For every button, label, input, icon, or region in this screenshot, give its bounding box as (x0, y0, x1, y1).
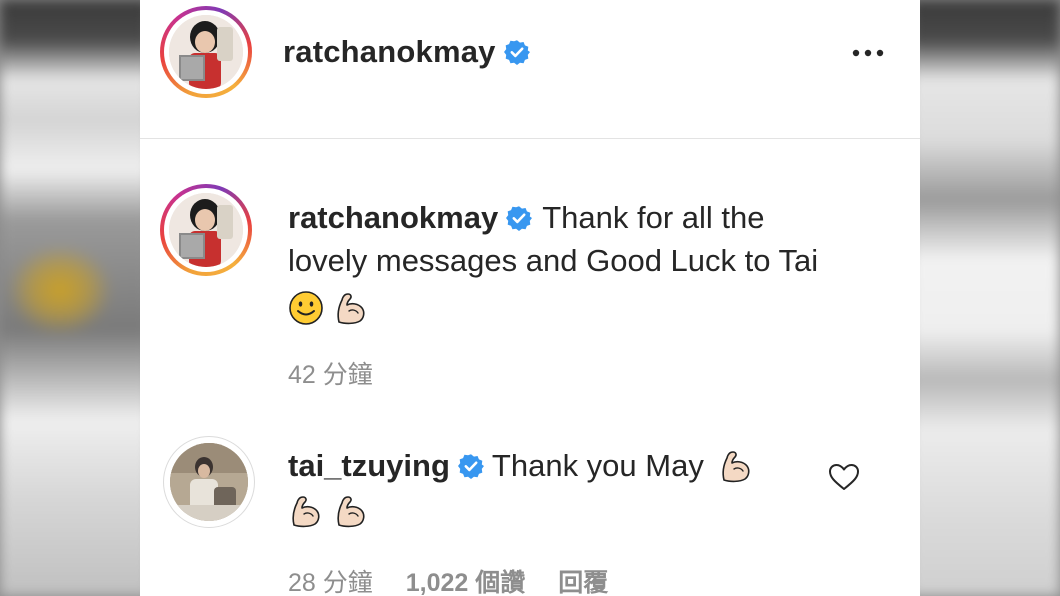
screenshot-frame: ratchanokmay ratchanokmay Thank for all … (0, 0, 1060, 596)
avatar-photo (170, 443, 248, 521)
reply-button[interactable]: 回覆 (558, 569, 608, 596)
verified-badge-icon (503, 40, 530, 65)
like-heart-icon[interactable] (828, 462, 860, 492)
header-username[interactable]: ratchanokmay (283, 34, 530, 70)
comment-avatar-tai-tzuying[interactable] (163, 436, 255, 528)
slightly-smiling-face-icon (289, 291, 323, 325)
flexed-biceps-icon (337, 293, 365, 325)
verified-badge-icon (457, 454, 484, 479)
flexed-biceps-icon (292, 496, 320, 528)
comment-avatar-ratchanokmay[interactable] (160, 184, 252, 276)
comment-meta-2: 28 分鐘 1,022 個讚 回覆 (288, 563, 634, 596)
comment-timestamp[interactable]: 42 分鐘 (288, 361, 373, 389)
blurred-background-left (0, 0, 150, 596)
blurred-background-right (910, 0, 1060, 596)
comment-line-1: ratchanokmay Thank for all the (288, 196, 868, 239)
more-options-icon[interactable] (848, 38, 888, 68)
likes-count-button[interactable]: 1,022 個讚 (406, 569, 526, 596)
comment-emojis (288, 286, 868, 329)
comment-meta-1: 42 分鐘 (288, 355, 399, 391)
header-username-text[interactable]: ratchanokmay (283, 34, 496, 69)
comment-line-2: lovely messages and Good Luck to Tai (288, 243, 819, 278)
comment-line-1: tai_tzuying Thank you May (288, 444, 808, 487)
comment-timestamp[interactable]: 28 分鐘 (288, 569, 373, 596)
comment-text: Thank you May (491, 448, 704, 483)
instagram-post-panel: ratchanokmay ratchanokmay Thank for all … (140, 0, 920, 596)
comment-username[interactable]: tai_tzuying (288, 448, 450, 483)
verified-badge-icon (506, 206, 533, 231)
comment-text: Thank for all the (542, 200, 765, 235)
flexed-biceps-icon (337, 496, 365, 528)
avatar-photo (169, 15, 243, 89)
author-avatar[interactable] (160, 6, 252, 98)
avatar-photo (169, 193, 243, 267)
comment-username[interactable]: ratchanokmay (288, 200, 498, 235)
comment-tai-tzuying: tai_tzuying Thank you May (288, 444, 808, 532)
flexed-biceps-icon (722, 451, 751, 483)
post-header: ratchanokmay (140, 0, 920, 139)
comment-ratchanokmay: ratchanokmay Thank for all the lovely me… (288, 196, 868, 329)
comment-emojis (288, 489, 808, 532)
